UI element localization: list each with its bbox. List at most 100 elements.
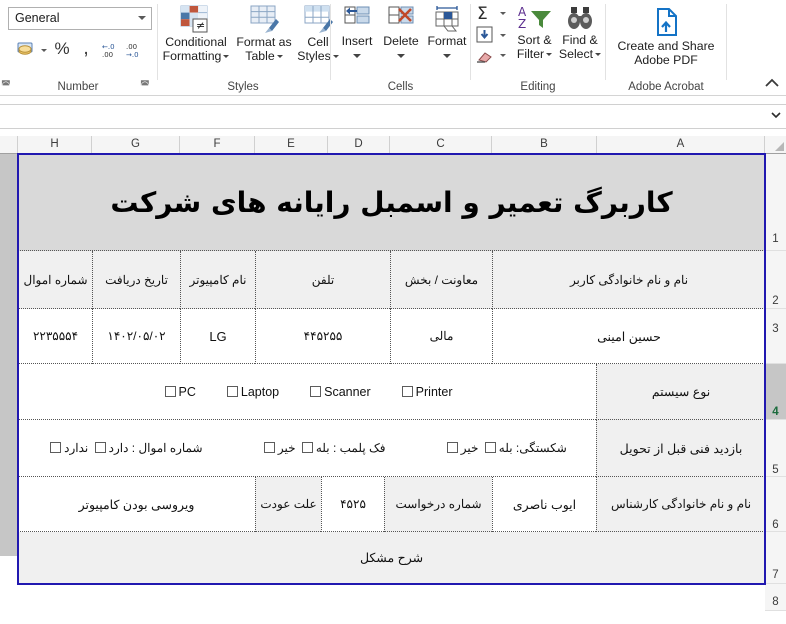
row-header-4[interactable]: 4	[765, 364, 786, 420]
cell-value-user-name[interactable]: حسین امینی	[492, 309, 765, 364]
select-all-corner[interactable]	[766, 136, 786, 153]
row-header-2[interactable]: 2	[765, 251, 786, 309]
create-share-adobe-pdf-button[interactable]: Create and Share Adobe PDF	[607, 6, 725, 67]
column-header-F[interactable]: F	[180, 136, 255, 153]
collapse-ribbon-button[interactable]	[764, 76, 780, 91]
field-asset[interactable]: شماره اموال : دارد ندارد	[47, 441, 203, 455]
spreadsheet-grid[interactable]: H G F E D C B A 1 2 3 4 5 6 7 8 کاربرگ ت…	[0, 136, 786, 624]
column-header-H[interactable]: H	[18, 136, 92, 153]
cell-value-asset-number[interactable]: ۲۲۳۵۵۵۴	[18, 309, 92, 364]
checkbox-broken-no[interactable]	[446, 442, 458, 453]
row-header-6[interactable]: 6	[765, 477, 786, 532]
cell-header-department[interactable]: معاونت / بخش	[390, 251, 492, 309]
checkbox-laptop[interactable]	[226, 385, 238, 397]
cell-value-receive-date[interactable]: ۱۴۰۲/۰۵/۰۲	[92, 309, 180, 364]
column-header-C[interactable]: C	[390, 136, 492, 153]
increase-decimal-button[interactable]: .00 →.0	[124, 41, 146, 59]
fill-button[interactable]	[476, 26, 510, 46]
checkbox-pc[interactable]	[164, 385, 176, 397]
cell-problem-input[interactable]	[18, 584, 765, 624]
fill-caret-icon[interactable]	[500, 34, 506, 37]
cell-system-type-options[interactable]: Printer Scanner Laptop PC	[18, 364, 596, 420]
checkbox-asset-yes[interactable]	[94, 442, 106, 453]
cell-header-user-name[interactable]: نام و نام خانوادگی کاربر	[492, 251, 765, 309]
cell-styles-label-1: Cell	[307, 35, 329, 49]
column-header-D[interactable]: D	[328, 136, 390, 153]
insert-cells-button[interactable]: Insert	[334, 5, 380, 59]
ribbon-separator-5	[726, 4, 727, 80]
option-printer[interactable]: Printer	[399, 385, 453, 399]
column-header-corner[interactable]	[0, 136, 18, 153]
formula-bar[interactable]	[0, 104, 786, 129]
cell-header-phone[interactable]: تلفن	[255, 251, 390, 309]
field-broken[interactable]: شکستگی: بله خیر	[444, 441, 567, 455]
accounting-dropdown-caret-icon[interactable]	[41, 49, 47, 52]
delete-dropdown-caret[interactable]	[377, 49, 425, 59]
checkbox-printer[interactable]	[401, 385, 413, 397]
checkbox-seal-no[interactable]	[263, 442, 275, 453]
format-cells-button[interactable]: Format	[423, 5, 471, 59]
comma-style-button[interactable]: ,	[78, 38, 94, 60]
format-dropdown-caret[interactable]	[423, 49, 471, 59]
ribbon-group-label-cells: Cells	[387, 81, 414, 93]
sort-filter-button[interactable]: A Z Sort & Filter	[511, 4, 558, 61]
formula-bar-expand-button[interactable]	[770, 109, 782, 124]
svg-text:Σ: Σ	[477, 4, 488, 22]
cell-expert-value[interactable]: ایوب ناصری	[492, 477, 596, 532]
field-seal[interactable]: فک پلمب : بله خیر	[261, 441, 385, 455]
cell-problem-label[interactable]: شرح مشکل	[18, 532, 765, 584]
asset-label: شماره اموال :	[131, 441, 203, 455]
cell-expert-label[interactable]: نام و نام خانوادگی کارشناس	[596, 477, 765, 532]
option-scanner[interactable]: Scanner	[307, 385, 371, 399]
column-header-B[interactable]: B	[492, 136, 597, 153]
cell-request-number-value[interactable]: ۴۵۲۵	[321, 477, 384, 532]
find-select-button[interactable]: Find & Select	[556, 4, 604, 61]
cell-request-number-label[interactable]: شماره درخواست	[384, 477, 492, 532]
clear-caret-icon[interactable]	[500, 54, 506, 57]
checkbox-asset-no[interactable]	[50, 442, 62, 453]
cell-return-reason-value[interactable]: ویروسی بودن کامپیوتر	[18, 477, 255, 532]
clear-button[interactable]	[476, 48, 510, 67]
conditional-formatting-button[interactable]: ≠ Conditional Formatting	[158, 4, 234, 63]
row-header-1[interactable]: 1	[765, 154, 786, 251]
cell-header-receive-date[interactable]: تاریخ دریافت	[92, 251, 180, 309]
cell-system-type-label[interactable]: نوع سیستم	[596, 364, 765, 420]
row-header-7[interactable]: 7	[765, 532, 786, 584]
cell-inspection-options[interactable]: شکستگی: بله خیر فک پلمب : بله خیر شماره …	[18, 420, 596, 477]
percent-style-button[interactable]: %	[52, 39, 72, 59]
decrease-decimal-button[interactable]: ←.0 .00	[100, 41, 122, 59]
delete-cells-button[interactable]: Delete	[377, 5, 425, 59]
autosum-caret-icon[interactable]	[500, 12, 506, 15]
insert-dropdown-caret[interactable]	[334, 49, 380, 59]
checkbox-broken-yes[interactable]	[484, 442, 496, 453]
column-header-A[interactable]: A	[597, 136, 765, 153]
cell-value-phone[interactable]: ۴۴۵۲۵۵	[255, 309, 390, 364]
format-as-table-button[interactable]: Format as Table	[234, 4, 294, 63]
cell-inspection-label[interactable]: بازدید فنی قبل از تحویل	[596, 420, 765, 477]
row-header-column: 1 2 3 4 5 6 7 8	[765, 154, 786, 624]
checkbox-scanner[interactable]	[310, 385, 322, 397]
autosum-button[interactable]: Σ	[476, 4, 510, 25]
option-laptop[interactable]: Laptop	[224, 385, 279, 399]
option-pc[interactable]: PC	[162, 385, 196, 399]
adobe-pdf-icon	[657, 8, 677, 36]
cell-title-merged[interactable]: کاربرگ تعمیر و اسمبل رایانه های شرکت	[18, 154, 765, 251]
row-header-3[interactable]: 3	[765, 309, 786, 364]
grid-body[interactable]: کاربرگ تعمیر و اسمبل رایانه های شرکت شما…	[17, 153, 766, 624]
cell-return-reason-label[interactable]: علت عودت	[255, 477, 321, 532]
cell-value-computer-name[interactable]: LG	[180, 309, 255, 364]
option-laptop-label: Laptop	[240, 384, 280, 399]
row-header-8[interactable]: 8	[765, 584, 786, 611]
chevron-down-icon	[138, 16, 146, 20]
column-header-E[interactable]: E	[255, 136, 328, 153]
checkbox-seal-yes[interactable]	[301, 442, 313, 453]
column-header-G[interactable]: G	[92, 136, 180, 153]
cell-header-asset-number[interactable]: شماره اموال	[18, 251, 92, 309]
adobe-pdf-label-1: Create and Share	[617, 39, 715, 53]
accounting-format-button[interactable]	[14, 40, 40, 62]
number-format-combo[interactable]: General	[8, 7, 152, 30]
cell-value-department[interactable]: مالی	[390, 309, 492, 364]
format-as-table-label-1: Format as	[236, 35, 292, 49]
row-header-5[interactable]: 5	[765, 420, 786, 477]
cell-header-computer-name[interactable]: نام کامپیوتر	[180, 251, 255, 309]
